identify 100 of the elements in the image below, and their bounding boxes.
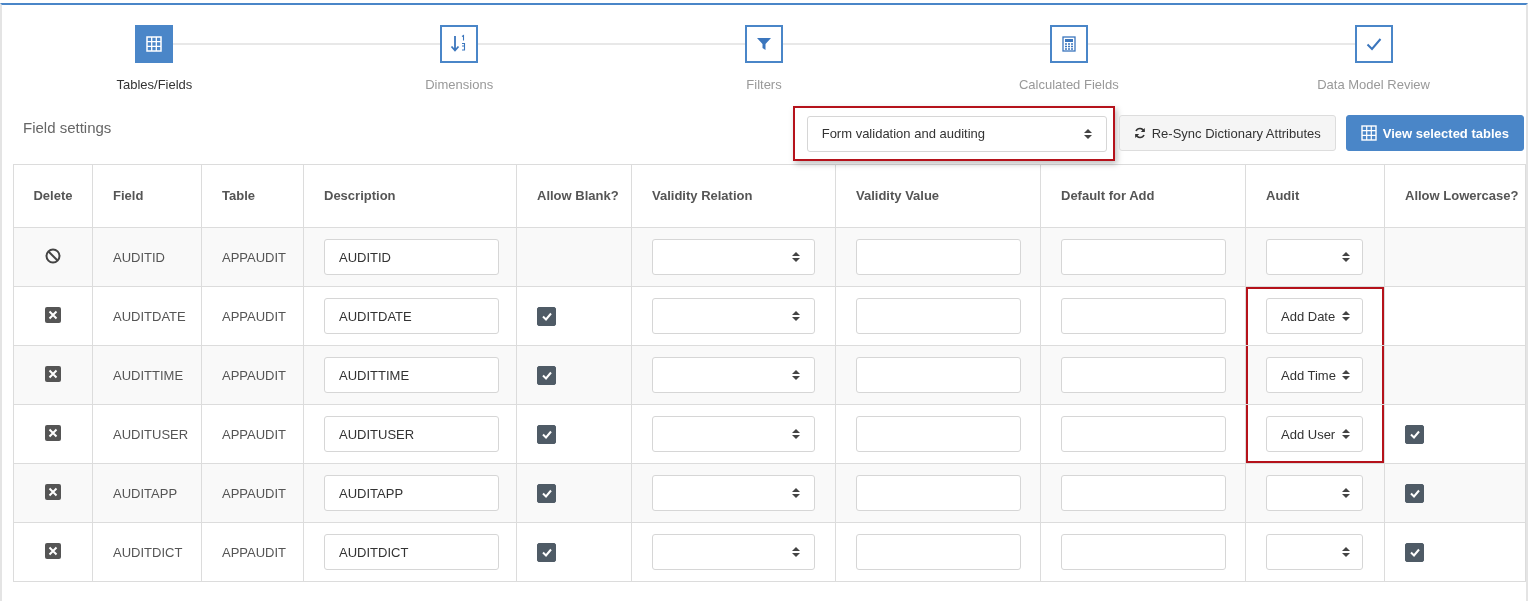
allow-blank-checkbox[interactable] [537, 306, 556, 326]
default-value-input[interactable] [1061, 298, 1226, 334]
default-value-input[interactable] [1061, 239, 1226, 275]
allow-lowercase-checkbox[interactable] [1405, 424, 1424, 444]
checkmark-icon [541, 429, 552, 439]
filter-icon [757, 37, 771, 51]
field-name: AUDITAPP [113, 485, 178, 501]
checkmark-icon [541, 547, 552, 557]
delete-icon[interactable] [45, 424, 61, 441]
column-header: Delete [33, 188, 73, 203]
check-icon [1365, 37, 1382, 51]
sort-caret-icon [792, 546, 800, 558]
resync-button[interactable]: Re-Sync Dictionary Attributes [1118, 115, 1336, 151]
audit-select[interactable] [1266, 475, 1363, 511]
column-header: Default for Add [1061, 188, 1155, 203]
column-header: Description [324, 188, 396, 203]
sort-caret-icon [1342, 546, 1350, 558]
refresh-icon [1133, 127, 1146, 139]
audit-select[interactable]: Add User [1266, 416, 1363, 452]
sort-caret-icon [1342, 428, 1350, 440]
step-button[interactable] [135, 25, 174, 63]
description-input[interactable]: AUDITTIME [324, 357, 499, 393]
delete-icon[interactable] [45, 542, 61, 559]
sort-caret-icon [792, 428, 800, 440]
allow-lowercase-checkbox[interactable] [1405, 542, 1424, 562]
column-header: Table [222, 188, 255, 203]
sort-caret-icon [1342, 251, 1350, 263]
mode-select[interactable]: Form validation and auditing [806, 115, 1107, 152]
checkmark-icon [1409, 429, 1420, 439]
field-name: AUDITUSER [113, 426, 189, 442]
validity-value-input[interactable] [856, 534, 1021, 570]
allow-blank-checkbox[interactable] [537, 483, 556, 503]
step-label: Tables/Fields [116, 77, 193, 92]
audit-select[interactable] [1266, 534, 1363, 570]
default-value-input[interactable] [1061, 416, 1226, 452]
audit-select[interactable]: Add Time [1266, 357, 1363, 393]
description-input[interactable]: AUDITDATE [324, 298, 499, 334]
validity-relation-select[interactable] [652, 475, 815, 511]
sort-caret-icon [792, 487, 800, 499]
column-header: Validity Relation [652, 188, 753, 203]
allow-lowercase-checkbox[interactable] [1405, 483, 1424, 503]
column-header: Allow Blank? [537, 188, 619, 203]
delete-icon[interactable] [45, 306, 61, 323]
checkmark-icon [1409, 488, 1420, 498]
step-label: Filters [746, 77, 782, 92]
field-name: AUDITDICT [113, 544, 183, 560]
step-label: Data Model Review [1317, 77, 1430, 92]
validity-relation-select[interactable] [652, 357, 815, 393]
step-label: Calculated Fields [1018, 77, 1119, 92]
validity-relation-select[interactable] [652, 239, 815, 275]
prohibited-icon [45, 247, 61, 264]
table-name: APPAUDIT [222, 249, 287, 265]
sort-caret-icon [1342, 487, 1350, 499]
step-button[interactable] [1354, 25, 1393, 63]
description-input[interactable]: AUDITID [324, 239, 499, 275]
description-input[interactable]: AUDITDICT [324, 534, 499, 570]
audit-select[interactable]: Add Date [1266, 298, 1363, 334]
step-button[interactable] [745, 25, 783, 63]
validity-value-input[interactable] [856, 298, 1021, 334]
validity-value-input[interactable] [856, 416, 1021, 452]
field-name: AUDITDATE [113, 308, 186, 324]
sort-caret-icon [792, 369, 800, 381]
validity-value-input[interactable] [856, 357, 1021, 393]
table-name: APPAUDIT [222, 485, 287, 501]
column-header: Field [113, 188, 144, 203]
table-name: APPAUDIT [222, 426, 287, 442]
table-name: APPAUDIT [222, 308, 287, 324]
sort-caret-icon [1342, 310, 1350, 322]
field-name: AUDITTIME [113, 367, 184, 383]
checkmark-icon [1409, 547, 1420, 557]
delete-icon[interactable] [45, 483, 61, 500]
checkmark-icon [541, 488, 552, 498]
validity-relation-select[interactable] [652, 416, 815, 452]
grid-icon [1360, 125, 1377, 141]
description-input[interactable]: AUDITAPP [324, 475, 499, 511]
audit-select[interactable] [1266, 239, 1363, 275]
table-name: APPAUDIT [222, 367, 287, 383]
delete-icon[interactable] [45, 365, 61, 382]
description-input[interactable]: AUDITUSER [324, 416, 499, 452]
step-label: Dimensions [425, 77, 494, 92]
column-header: Audit [1266, 188, 1300, 203]
allow-blank-checkbox[interactable] [537, 365, 556, 385]
default-value-input[interactable] [1061, 357, 1226, 393]
view-tables-button[interactable]: View selected tables [1345, 115, 1524, 151]
default-value-input[interactable] [1061, 534, 1226, 570]
checkmark-icon [541, 311, 552, 321]
allow-blank-checkbox[interactable] [537, 424, 556, 444]
validity-relation-select[interactable] [652, 298, 815, 334]
field-name: AUDITID [113, 249, 165, 265]
allow-blank-checkbox[interactable] [537, 542, 556, 562]
column-header: Allow Lowercase? [1405, 188, 1519, 203]
default-value-input[interactable] [1061, 475, 1226, 511]
step-button[interactable] [440, 25, 479, 63]
sort-caret-icon [792, 251, 800, 263]
validity-relation-select[interactable] [652, 534, 815, 570]
checkmark-icon [541, 370, 552, 380]
validity-value-input[interactable] [856, 475, 1021, 511]
table-name: APPAUDIT [222, 544, 287, 560]
step-button[interactable] [1049, 25, 1088, 63]
validity-value-input[interactable] [856, 239, 1021, 275]
